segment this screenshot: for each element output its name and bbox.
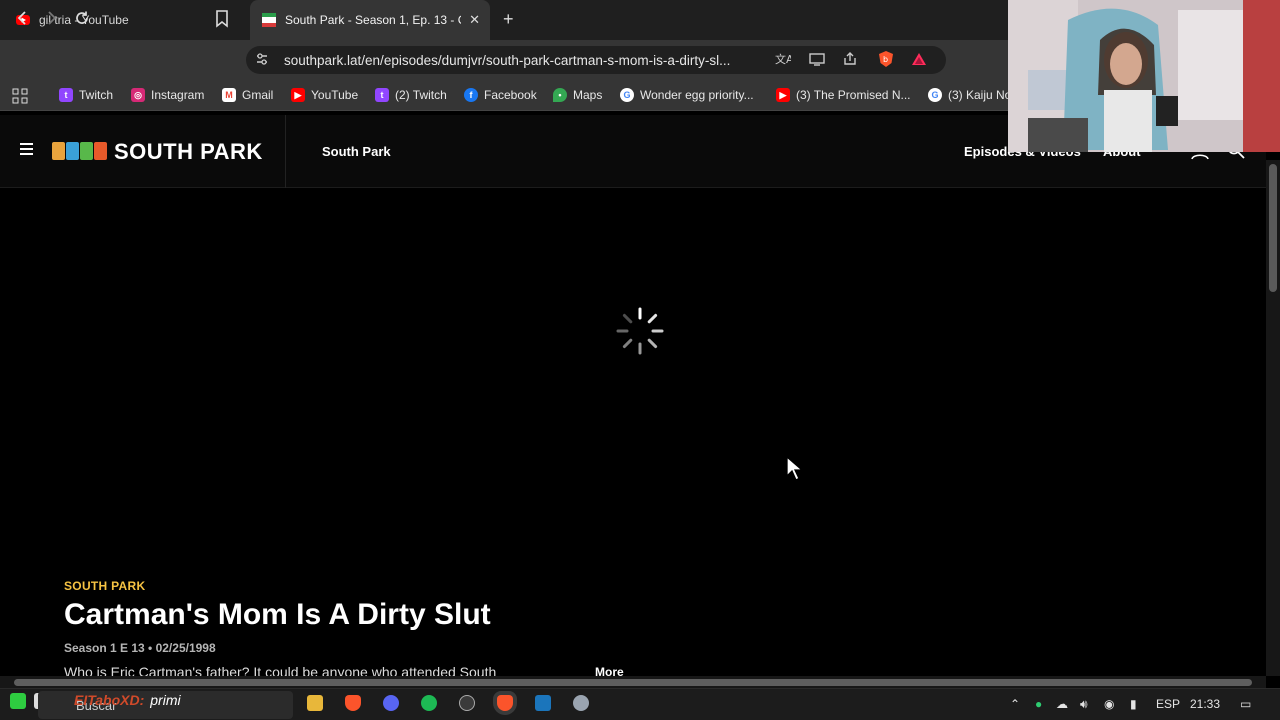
brave-active-icon[interactable] [497, 695, 513, 711]
close-tab-icon[interactable]: ✕ [469, 12, 480, 28]
clock[interactable]: 21:33 [1190, 697, 1220, 711]
youtube-icon: ▶ [776, 88, 790, 102]
stream-chat-overlay: EITaboXD: primi [74, 692, 181, 708]
episode-brand[interactable]: SOUTH PARK [64, 579, 145, 593]
brave-rewards-icon[interactable] [911, 51, 927, 70]
bookmark-twitch[interactable]: t Twitch [59, 88, 113, 102]
south-park-favicon-icon [262, 13, 276, 27]
google-icon: G [928, 88, 942, 102]
webcam-overlay [1008, 0, 1280, 152]
notifications-icon[interactable]: ▭ [1240, 697, 1251, 711]
bookmark-label: Gmail [242, 88, 274, 102]
tab-label: South Park - Season 1, Ep. 13 - C [285, 13, 461, 27]
gmail-icon: M [222, 88, 236, 102]
spotify-icon[interactable] [421, 695, 437, 711]
episode-meta: Season 1 E 13 • 02/25/1998 [64, 641, 216, 655]
bookmark-label: Wonder egg priority... [640, 88, 754, 102]
bookmark-maps[interactable]: • Maps [553, 88, 602, 102]
apps-grid-icon[interactable] [12, 88, 28, 104]
twitch-icon: t [375, 88, 389, 102]
site-logo[interactable]: SOUTH PARK [114, 139, 263, 165]
bookmark-label: Instagram [151, 88, 205, 102]
google-icon: G [620, 88, 634, 102]
bookmark-label: Twitch [79, 88, 114, 102]
episode-title: Cartman's Mom Is A Dirty Slut [64, 598, 491, 631]
new-tab-icon[interactable]: + [503, 9, 514, 30]
reload-icon[interactable] [74, 10, 90, 31]
bookmark-instagram[interactable]: ◎ Instagram [131, 88, 204, 102]
cast-icon[interactable] [809, 52, 825, 69]
bookmark-wonder-egg[interactable]: G Wonder egg priority... [620, 88, 754, 102]
menu-icon[interactable] [20, 143, 33, 158]
bookmark-label: (3) The Promised N... [796, 88, 911, 102]
steam-tray-icon[interactable]: ◉ [1104, 697, 1114, 711]
facebook-icon: f [464, 88, 478, 102]
twitch-icon: t [59, 88, 73, 102]
bookmark-gmail[interactable]: M Gmail [222, 88, 273, 102]
obs-icon[interactable] [459, 695, 475, 711]
youtube-icon: ▶ [291, 88, 305, 102]
mouse-cursor-icon [786, 456, 804, 481]
forward-icon[interactable] [45, 10, 59, 31]
horizontal-scrollbar-thumb[interactable] [14, 679, 1252, 686]
tab-south-park[interactable]: South Park - Season 1, Ep. 13 - C ✕ [250, 0, 490, 40]
svg-text:b: b [883, 55, 888, 64]
chat-username: EITaboXD: [74, 692, 145, 708]
nav-south-park[interactable]: South Park [322, 144, 391, 159]
header-divider [285, 115, 286, 188]
webcam-feed-image [1008, 0, 1280, 152]
bookmark-promised-neverland[interactable]: ▶ (3) The Promised N... [776, 88, 910, 102]
site-settings-icon[interactable] [255, 52, 269, 69]
microphone-icon[interactable]: ▮ [1130, 697, 1137, 711]
shield-app-icon[interactable] [573, 695, 589, 711]
bookmark-youtube[interactable]: ▶ YouTube [291, 88, 358, 102]
file-explorer-icon[interactable] [307, 695, 323, 711]
vertical-scrollbar-thumb[interactable] [1269, 164, 1277, 292]
tab-youtube[interactable]: gil tria - YouTube [8, 0, 248, 40]
bookmark-facebook[interactable]: f Facebook [464, 88, 537, 102]
chat-message: primi [150, 692, 181, 708]
loading-spinner-icon [616, 307, 664, 355]
url-text[interactable]: southpark.lat/en/episodes/dumjvr/south-p… [284, 53, 764, 68]
bookmark-page-icon[interactable] [215, 10, 229, 33]
brave-browser-icon[interactable] [345, 695, 361, 711]
bookmark-twitch-2[interactable]: t (2) Twitch [375, 88, 447, 102]
maps-icon: • [553, 88, 567, 102]
onedrive-icon[interactable]: ☁ [1056, 697, 1068, 711]
bookmark-label: (3) Kaiju No [948, 88, 1012, 102]
bookmark-kaiju[interactable]: G (3) Kaiju No [928, 88, 1011, 102]
discord-icon[interactable] [383, 695, 399, 711]
bookmark-label: Maps [573, 88, 603, 102]
svg-text:文A: 文A [775, 52, 791, 66]
app-check-icon[interactable] [10, 693, 26, 709]
bookmark-label: Facebook [484, 88, 537, 102]
translate-icon[interactable]: 文A [775, 52, 794, 69]
share-icon[interactable] [842, 52, 858, 69]
bookmark-label: YouTube [311, 88, 359, 102]
steam-icon[interactable] [535, 695, 551, 711]
volume-icon[interactable]: 🔊︎ [1080, 697, 1088, 712]
language-indicator[interactable]: ESP [1156, 697, 1180, 711]
bookmark-label: (2) Twitch [395, 88, 447, 102]
tray-status-icon[interactable]: ● [1035, 697, 1042, 711]
tray-overflow-icon[interactable]: ⌃ [1010, 697, 1020, 711]
back-icon[interactable] [15, 10, 29, 31]
south-park-logo-icon[interactable] [52, 142, 108, 160]
brave-shield-icon[interactable]: b [877, 50, 895, 71]
instagram-icon: ◎ [131, 88, 145, 102]
